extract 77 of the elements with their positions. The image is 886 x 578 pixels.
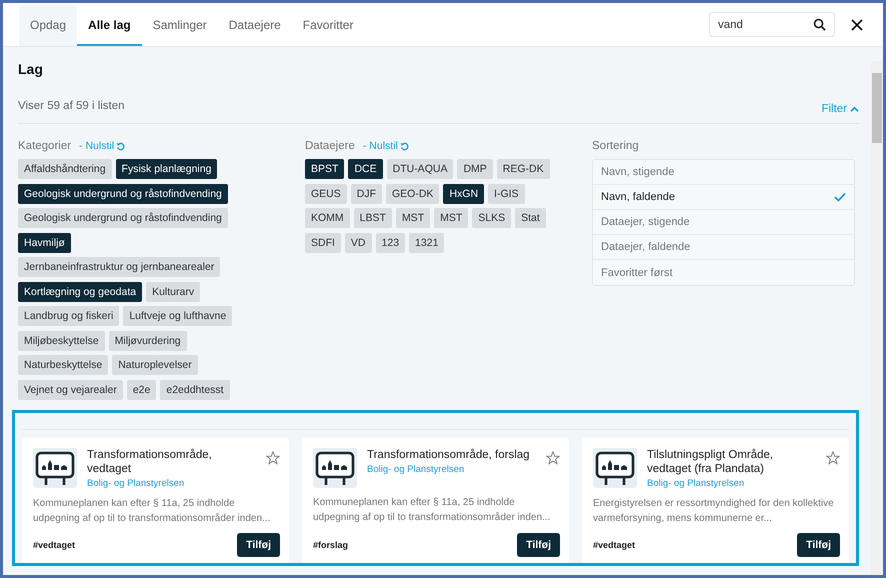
category-tag[interactable]: Havmiljø	[18, 232, 71, 252]
star-icon[interactable]	[826, 450, 840, 464]
owner-tag[interactable]: DJF	[350, 184, 382, 204]
owner-tag[interactable]: Stat	[515, 208, 546, 228]
owner-tag[interactable]: 1321	[409, 232, 444, 252]
owner-tag[interactable]: SDFI	[305, 232, 341, 252]
category-tag[interactable]: Miljøbeskyttelse	[18, 330, 105, 350]
check-icon	[834, 192, 846, 202]
card-tag: #vedtaget	[33, 540, 76, 550]
billboard-icon	[33, 448, 77, 488]
card-tag: #vedtaget	[593, 540, 636, 550]
card-description: Kommuneplanen kan efter § 11a, 25 indholde udpegning af op til to transformationsområder inden...	[313, 496, 552, 524]
search-field[interactable]: vand	[709, 12, 835, 37]
tab[interactable]: Dataejere	[218, 5, 292, 46]
sort-option[interactable]: Dataejer, stigende	[593, 210, 854, 235]
card-title: Transformationsområde, vedtaget	[87, 448, 213, 476]
card-title: Tilslutningspligt Område, vedtaget (fra Plandata)	[647, 448, 774, 476]
page-title: Lag	[18, 61, 44, 77]
add-button[interactable]: Tilføj	[797, 532, 840, 556]
sort-option[interactable]: Navn, stigende	[593, 160, 854, 185]
card-tag: #forslag	[313, 540, 348, 550]
billboard-icon	[313, 448, 357, 488]
owner-tag[interactable]: DTU-AQUA	[386, 159, 454, 179]
owner-tag[interactable]: GEUS	[305, 184, 347, 204]
tab[interactable]: Opdag	[19, 5, 78, 46]
chevron-icon	[850, 106, 859, 112]
owner-tag[interactable]: MST	[434, 208, 468, 228]
close-icon[interactable]	[851, 18, 863, 30]
tab[interactable]: Favoritter	[292, 5, 364, 46]
category-tag[interactable]: Landbrug og fiskeri	[18, 306, 120, 326]
owner-tag[interactable]: HxGN	[443, 184, 484, 204]
section-label: Sortering	[592, 140, 639, 152]
tab[interactable]: Samlinger	[142, 5, 218, 46]
owner-tag[interactable]: MST	[396, 208, 430, 228]
category-tag[interactable]: Naturoplevelser	[112, 355, 198, 375]
owner-tag[interactable]: I-GIS	[488, 184, 525, 204]
category-tag[interactable]: Vejnet og vejarealer	[18, 380, 123, 400]
billboard-icon	[593, 448, 637, 488]
category-tag[interactable]: Miljøvurdering	[108, 330, 187, 350]
category-tag[interactable]: Kulturarv	[146, 282, 200, 302]
star-icon[interactable]	[546, 450, 560, 464]
add-button[interactable]: Tilføj	[517, 532, 560, 556]
category-tag[interactable]: Fysisk planlægning	[116, 159, 218, 179]
category-tag[interactable]: Kortlægning og geodata	[18, 282, 142, 302]
category-tag[interactable]: Jernbaneinfrastruktur og jernbanearealer	[18, 257, 220, 277]
category-tag[interactable]: Geologisk undergrund og råstofindvending	[18, 184, 228, 204]
owner-tag[interactable]: VD	[344, 232, 372, 252]
star-icon[interactable]	[266, 450, 280, 464]
add-button[interactable]: Tilføj	[237, 532, 280, 556]
reset-icon	[116, 142, 126, 150]
category-tag[interactable]: e2eddhtesst	[160, 380, 230, 400]
sort-option[interactable]: Favoritter først	[593, 260, 854, 285]
scrollbar[interactable]	[871, 61, 883, 575]
owner-tag[interactable]: LBST	[354, 208, 392, 228]
owner-tag[interactable]: REG-DK	[496, 159, 550, 179]
category-tag[interactable]: Affaldshåndtering	[18, 159, 112, 179]
category-tag[interactable]: Naturbeskyttelse	[18, 355, 108, 375]
reset-icon	[400, 142, 409, 150]
owner-tag[interactable]: SLKS	[472, 208, 512, 228]
category-tag[interactable]: e2e	[126, 380, 156, 400]
owner-tag[interactable]: DCE	[348, 159, 383, 179]
card-description: Energistyrelsen er ressortmyndighed for den kollektive varmeforsyning, mens kommunerne er...	[593, 496, 835, 526]
category-tag[interactable]: Luftveje og lufthavne	[123, 306, 232, 326]
owner-tag[interactable]: 123	[376, 232, 406, 252]
result-count: Viser 59 af 59 i listen	[18, 100, 125, 112]
category-tag[interactable]: Geologisk undergrund og råstofindvending	[18, 208, 228, 228]
card-title: Transformationsområde, forslag	[367, 448, 531, 462]
owner-tag[interactable]: BPST	[305, 159, 344, 179]
section-label: Dataejere	[305, 140, 355, 152]
search-icon[interactable]	[813, 18, 826, 31]
owner-tag[interactable]: DMP	[457, 159, 493, 179]
owner-tag[interactable]: GEO-DK	[386, 184, 440, 204]
owner-tag[interactable]: KOMM	[305, 208, 350, 228]
section-label: Kategorier	[18, 140, 72, 152]
card-description: Kommuneplanen kan efter § 11a, 25 indholde udpegning af op til to transformationsområder inden...	[33, 496, 272, 526]
sort-option[interactable]: Dataejer, faldende	[593, 235, 854, 260]
sort-option[interactable]: Navn, faldende	[593, 185, 854, 210]
